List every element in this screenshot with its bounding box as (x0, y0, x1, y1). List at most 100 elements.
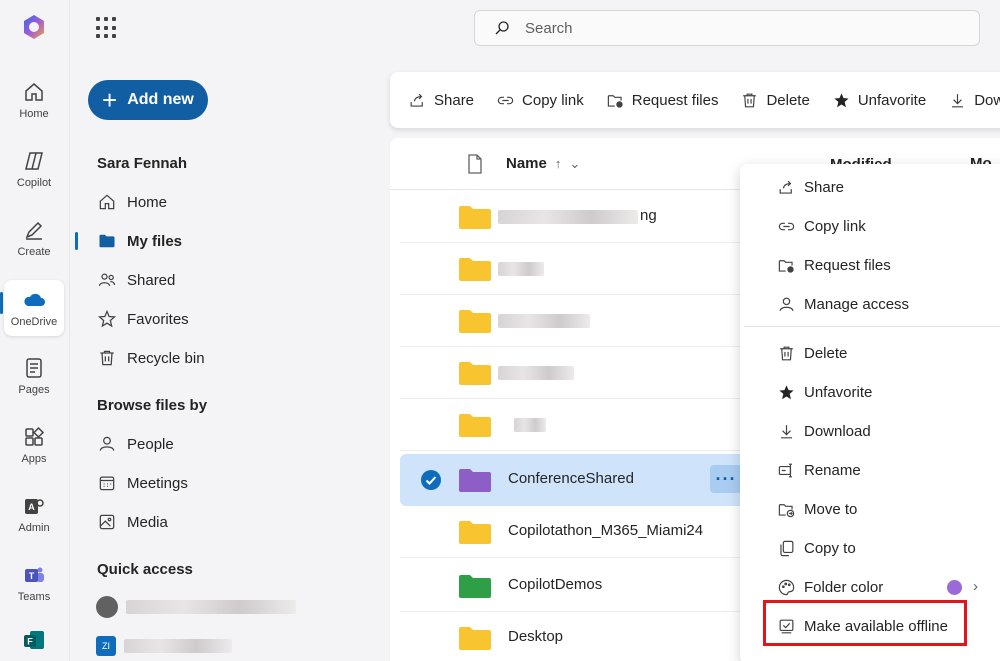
menu-item-label: Rename (804, 461, 861, 479)
rail-item-copilot[interactable]: Copilot (4, 141, 64, 197)
more-options-button[interactable]: ··· (710, 465, 742, 493)
delete-label: Delete (766, 91, 810, 109)
share-icon (779, 180, 792, 194)
nav-item-people[interactable]: People (97, 429, 174, 459)
redacted-text (498, 366, 574, 385)
browse-heading: Browse files by (97, 397, 208, 414)
person-icon (779, 297, 794, 311)
download-button[interactable]: Dow (948, 91, 1000, 110)
checkmark-circle-icon[interactable] (420, 469, 442, 491)
menu-item-rename[interactable]: Rename (740, 452, 1000, 488)
menu-item-unfavorite[interactable]: Unfavorite (740, 374, 1000, 410)
rail-item-label: Copilot (16, 177, 52, 189)
star-filled-icon (779, 384, 794, 399)
star-filled-icon (834, 92, 849, 107)
chevron-down-icon: ⌄ (569, 155, 581, 171)
quick-access-heading: Quick access (97, 561, 193, 578)
menu-item-label: Copy to (804, 539, 856, 557)
link-icon (778, 222, 795, 230)
menu-item-delete[interactable]: Delete (740, 335, 1000, 371)
site-badge: ZI (96, 636, 116, 656)
nav-item-favorites[interactable]: Favorites (97, 304, 189, 334)
nav-item-label: My files (127, 232, 183, 250)
avatar (96, 596, 118, 618)
menu-item-label: Download (804, 422, 871, 440)
rail-item-onedrive[interactable]: OneDrive (4, 280, 64, 336)
menu-item-move-to[interactable]: Move to (740, 491, 1000, 527)
request-files-icon (607, 94, 623, 108)
folder-icon (459, 414, 491, 437)
rail-item-pages[interactable]: Pages (4, 348, 64, 404)
rail-item-label: Create (17, 246, 51, 258)
menu-item-manage-access[interactable]: Manage access (740, 286, 1000, 322)
context-menu: Share Copy link Request files Manage acc… (740, 164, 1000, 661)
nav-item-shared[interactable]: Shared (97, 265, 175, 295)
menu-item-download[interactable]: Download (740, 413, 1000, 449)
nav-item-media[interactable]: Media (97, 507, 168, 537)
rail-item-forms[interactable]: F (4, 620, 64, 661)
search-input[interactable]: Search (474, 10, 980, 46)
folder-color-swatch (947, 580, 962, 595)
folder-icon (99, 234, 115, 248)
menu-item-share[interactable]: Share (740, 169, 1000, 205)
menu-item-label: Unfavorite (804, 383, 873, 401)
rail-item-apps[interactable]: Apps (4, 417, 64, 473)
search-icon (495, 21, 509, 35)
nav-item-home[interactable]: Home (97, 187, 167, 217)
nav-item-meetings[interactable]: Meetings (97, 468, 188, 498)
home-icon (99, 194, 115, 210)
highlight-box (763, 600, 967, 646)
menu-item-label: Manage access (804, 295, 910, 313)
rail-item-label: Pages (18, 384, 50, 396)
nav-item-recycle-bin[interactable]: Recycle bin (97, 343, 205, 373)
menu-divider (744, 326, 1000, 327)
add-new-button[interactable]: + Add new (88, 80, 208, 120)
rail-item-label: Admin (18, 522, 50, 534)
home-icon (25, 83, 43, 101)
menu-item-copy-link[interactable]: Copy link (740, 208, 1000, 244)
unfavorite-button[interactable]: Unfavorite (832, 91, 926, 110)
redacted-text (124, 639, 232, 653)
rail-item-home[interactable]: Home (4, 72, 64, 128)
rail-item-label: OneDrive (10, 316, 58, 328)
redacted-text (514, 418, 546, 437)
command-bar: Share Copy link Request files Delete Unf… (390, 72, 1000, 128)
menu-item-request-files[interactable]: Request files (740, 247, 1000, 283)
nav-item-my-files[interactable]: My files (97, 226, 182, 256)
rail-item-create[interactable]: Create (4, 210, 64, 266)
rail-item-admin[interactable]: A Admin (4, 486, 64, 542)
delete-button[interactable]: Delete (740, 91, 810, 110)
app-launcher-icon[interactable] (96, 17, 118, 39)
nav-item-label: Shared (127, 271, 176, 289)
calendar-icon (99, 476, 115, 491)
folder-icon (459, 362, 491, 385)
column-name-label: Name (506, 155, 547, 172)
file-name: ConferenceShared (508, 470, 634, 487)
nav-active-indicator (75, 232, 78, 250)
rail-item-teams[interactable]: T Teams (4, 555, 64, 611)
move-icon (778, 503, 795, 517)
nav-item-label: Meetings (127, 474, 188, 492)
file-type-icon[interactable] (466, 154, 484, 174)
rail-active-indicator (0, 292, 3, 314)
quick-access-item[interactable]: ZI (96, 634, 232, 658)
request-files-icon (778, 259, 794, 273)
share-button[interactable]: Share (408, 91, 474, 110)
menu-item-label: Delete (804, 344, 848, 362)
trash-icon (100, 350, 114, 366)
request-files-button[interactable]: Request files (606, 91, 719, 110)
app-rail: Home Copilot Create OneDrive Pages Apps … (0, 0, 70, 661)
rename-icon (778, 463, 793, 477)
chevron-right-icon: › (973, 578, 978, 595)
quick-access-item[interactable] (96, 595, 296, 619)
folder-icon (459, 627, 491, 650)
copy-link-button[interactable]: Copy link (496, 91, 584, 110)
column-header-name[interactable]: Name ↑ ⌄ (506, 155, 580, 172)
m365-logo-icon[interactable] (20, 13, 48, 41)
star-icon (97, 309, 117, 328)
palette-icon (778, 579, 795, 595)
folder-icon (459, 469, 491, 492)
sort-ascending-icon: ↑ (554, 156, 562, 171)
menu-item-copy-to[interactable]: Copy to (740, 530, 1000, 566)
request-files-label: Request files (631, 91, 719, 109)
